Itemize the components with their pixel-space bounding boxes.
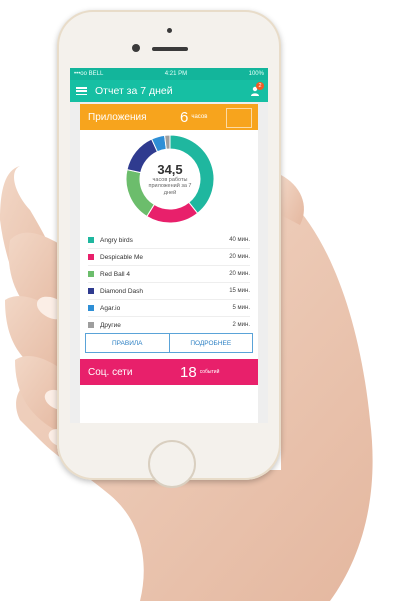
social-events-count: 18 [180, 363, 197, 381]
legend-swatch [88, 237, 94, 243]
home-button[interactable] [148, 440, 196, 488]
rules-button[interactable]: ПРАВИЛА [86, 334, 169, 352]
total-hours-label: часов работы приложений за 7 дней [148, 176, 192, 196]
carrier-label: •••oo BELL [74, 71, 104, 77]
app-duration: 15 мин. [229, 288, 250, 294]
legend-swatch [88, 271, 94, 277]
legend-swatch [88, 322, 94, 328]
list-item[interactable]: Agar.io 5 мин. [88, 300, 250, 317]
action-buttons: ПРАВИЛА ПОДРОБНЕЕ [85, 333, 253, 353]
social-section-title: Соц. сети [88, 366, 133, 378]
page-title: Отчет за 7 дней [95, 85, 173, 97]
list-item[interactable]: Diamond Dash 15 мин. [88, 283, 250, 300]
app-name: Red Ball 4 [100, 270, 130, 278]
list-item[interactable]: Red Ball 4 20 мин. [88, 266, 250, 283]
report-card: Приложения 6 часов 34,5 часов работы при… [80, 104, 258, 423]
legend-swatch [88, 254, 94, 260]
battery-label: 100% [248, 71, 264, 77]
app-duration: 5 мин. [232, 305, 250, 311]
donut-center: 34,5 часов работы приложений за 7 дней [125, 134, 215, 224]
apps-grid-icon [226, 108, 252, 128]
apps-hours-unit: часов [191, 114, 208, 120]
apps-section-header[interactable]: Приложения 6 часов [80, 104, 258, 130]
notification-badge: 2 [256, 82, 264, 90]
list-item[interactable]: Другие 2 мин. [88, 317, 250, 334]
app-name: Agar.io [100, 304, 121, 312]
hamburger-menu-icon[interactable] [76, 87, 87, 95]
main-content: Приложения 6 часов 34,5 часов работы при… [70, 102, 268, 423]
app-duration: 20 мин. [229, 254, 250, 260]
app-bar: Отчет за 7 дней 2 [70, 80, 268, 102]
app-name: Diamond Dash [100, 287, 143, 295]
app-duration: 2 мин. [232, 322, 250, 328]
front-camera [132, 44, 140, 52]
legend-swatch [88, 305, 94, 311]
earpiece-speaker [152, 47, 188, 51]
list-item[interactable]: Angry birds 40 мин. [88, 232, 250, 249]
app-screen: •••oo BELL 4:21 PM 100% Отчет за 7 дней … [70, 68, 268, 423]
status-bar: •••oo BELL 4:21 PM 100% [70, 68, 268, 80]
app-duration: 40 мин. [229, 237, 250, 243]
app-usage-list: Angry birds 40 мин. Despicable Me 20 мин… [88, 232, 250, 334]
sensor-dot [167, 28, 172, 33]
details-button[interactable]: ПОДРОБНЕЕ [168, 334, 253, 352]
app-name: Angry birds [100, 236, 133, 244]
app-name: Другие [100, 321, 121, 329]
app-duration: 20 мин. [229, 271, 250, 277]
social-section-header[interactable]: Соц. сети 18 событий [80, 359, 258, 385]
legend-swatch [88, 288, 94, 294]
list-item[interactable]: Despicable Me 20 мин. [88, 249, 250, 266]
social-events-unit: событий [199, 369, 220, 375]
app-name: Despicable Me [100, 253, 143, 261]
total-hours-value: 34,5 [157, 161, 183, 177]
apps-section-title: Приложения [88, 111, 147, 123]
time-label: 4:21 PM [164, 71, 188, 77]
apps-hours-count: 6 [180, 108, 189, 126]
